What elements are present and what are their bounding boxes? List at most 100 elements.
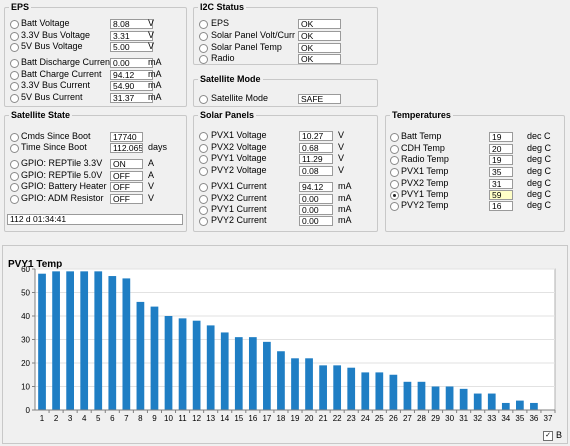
eps-value-1: 3.31 xyxy=(110,31,153,41)
solar-value-6: 0.00 xyxy=(299,205,333,215)
state-unit-1: days xyxy=(148,142,168,152)
satellite-state-title: Satellite State xyxy=(9,110,73,121)
state-radio-0[interactable] xyxy=(10,133,19,142)
temps-unit-5: deg C xyxy=(527,189,552,199)
solar-unit-1: V xyxy=(338,142,345,152)
chart-title: PVY1 Temp xyxy=(8,259,63,270)
i2c-radio-1[interactable] xyxy=(199,32,208,41)
eps-radio-0[interactable] xyxy=(10,20,19,29)
i2c-value-3: OK xyxy=(298,54,341,64)
temps-radio-2[interactable] xyxy=(390,156,399,165)
eps-value-4: 94.12 xyxy=(110,70,153,80)
solar-label-2: PVY1 Voltage xyxy=(211,153,267,163)
i2c-value-2: OK xyxy=(298,43,341,53)
solar-panels-title: Solar Panels xyxy=(198,110,257,121)
solar-radio-6[interactable] xyxy=(199,206,208,215)
solar-value-7: 0.00 xyxy=(299,216,333,226)
solar-unit-4: mA xyxy=(338,181,352,191)
state-radio-1[interactable] xyxy=(10,144,19,153)
eps-unit-5: mA xyxy=(148,80,162,90)
solar-value-3: 0.08 xyxy=(299,166,333,176)
solar-radio-0[interactable] xyxy=(199,132,208,141)
i2c-value-0: OK xyxy=(298,19,341,29)
temps-radio-3[interactable] xyxy=(390,168,399,177)
temps-unit-1: deg C xyxy=(527,143,552,153)
solar-label-0: PVX1 Voltage xyxy=(211,130,267,140)
temps-label-4: PVX2 Temp xyxy=(401,178,449,188)
temps-label-3: PVX1 Temp xyxy=(401,166,449,176)
eps-label-6: 5V Bus Current xyxy=(21,92,83,102)
chart-group xyxy=(2,245,568,444)
check-icon: ✓ xyxy=(545,432,551,439)
solar-value-4: 94.12 xyxy=(299,182,333,192)
eps-radio-3[interactable] xyxy=(10,59,19,68)
temps-unit-0: dec C xyxy=(527,131,551,141)
eps-unit-2: V xyxy=(148,41,155,51)
temps-value-0: 19 xyxy=(489,132,513,142)
eps-label-5: 3.3V Bus Current xyxy=(21,80,91,90)
eps-unit-3: mA xyxy=(148,57,162,67)
state-unit-2: A xyxy=(148,158,155,168)
solar-unit-5: mA xyxy=(338,193,352,203)
solar-radio-2[interactable] xyxy=(199,155,208,164)
mode-label: Satellite Mode xyxy=(211,93,269,103)
series-checkbox[interactable]: ✓ xyxy=(543,431,553,441)
eps-radio-6[interactable] xyxy=(10,94,19,103)
eps-radio-2[interactable] xyxy=(10,43,19,52)
eps-radio-4[interactable] xyxy=(10,71,19,80)
solar-value-1: 0.68 xyxy=(299,143,333,153)
temps-label-0: Batt Temp xyxy=(401,131,442,141)
state-radio-5[interactable] xyxy=(10,195,19,204)
i2c-label-3: Radio xyxy=(211,53,235,63)
solar-label-3: PVY2 Voltage xyxy=(211,165,267,175)
temps-label-1: CDH Temp xyxy=(401,143,445,153)
temps-radio-1[interactable] xyxy=(390,145,399,154)
mode-value: SAFE xyxy=(298,94,341,104)
solar-value-2: 11.29 xyxy=(299,154,333,164)
eps-radio-5[interactable] xyxy=(10,82,19,91)
solar-label-1: PVX2 Voltage xyxy=(211,142,267,152)
temps-radio-6[interactable] xyxy=(390,202,399,211)
temps-value-6: 16 xyxy=(489,201,513,211)
eps-unit-6: mA xyxy=(148,92,162,102)
eps-value-5: 54.90 xyxy=(110,81,153,91)
temps-unit-6: deg C xyxy=(527,200,552,210)
series-checkbox-label: B xyxy=(556,430,563,440)
solar-label-6: PVY1 Current xyxy=(211,204,267,214)
eps-label-3: Batt Discharge Current xyxy=(21,57,113,67)
state-unit-3: A xyxy=(148,170,155,180)
temps-unit-3: deg C xyxy=(527,166,552,176)
state-radio-4[interactable] xyxy=(10,183,19,192)
i2c-radio-2[interactable] xyxy=(199,44,208,53)
temps-label-5: PVY1 Temp xyxy=(401,189,449,199)
solar-unit-6: mA xyxy=(338,204,352,214)
state-radio-3[interactable] xyxy=(10,172,19,181)
eps-radio-1[interactable] xyxy=(10,32,19,41)
solar-unit-3: V xyxy=(338,165,345,175)
temps-radio-5[interactable] xyxy=(390,191,399,200)
eps-value-0: 8.08 xyxy=(110,19,153,29)
solar-radio-1[interactable] xyxy=(199,144,208,153)
temperatures-title: Temperatures xyxy=(390,110,453,121)
state-radio-2[interactable] xyxy=(10,160,19,169)
solar-radio-5[interactable] xyxy=(199,195,208,204)
eps-title: EPS xyxy=(9,2,32,13)
temps-value-3: 35 xyxy=(489,167,513,177)
solar-value-0: 10.27 xyxy=(299,131,333,141)
i2c-radio-3[interactable] xyxy=(199,55,208,64)
satellite-mode-title: Satellite Mode xyxy=(198,74,263,85)
i2c-radio-0[interactable] xyxy=(199,20,208,29)
state-value-4: OFF xyxy=(110,182,143,192)
state-value-5: OFF xyxy=(110,194,143,204)
state-label-5: GPIO: ADM Resistor xyxy=(21,193,104,203)
mode-radio[interactable] xyxy=(199,95,208,104)
solar-radio-4[interactable] xyxy=(199,183,208,192)
state-unit-4: V xyxy=(148,181,155,191)
temps-value-2: 19 xyxy=(489,155,513,165)
temps-radio-0[interactable] xyxy=(390,133,399,142)
temps-radio-4[interactable] xyxy=(390,180,399,189)
solar-radio-3[interactable] xyxy=(199,167,208,176)
solar-radio-7[interactable] xyxy=(199,217,208,226)
state-label-3: GPIO: REPTile 5.0V xyxy=(21,170,103,180)
eps-unit-4: mA xyxy=(148,69,162,79)
